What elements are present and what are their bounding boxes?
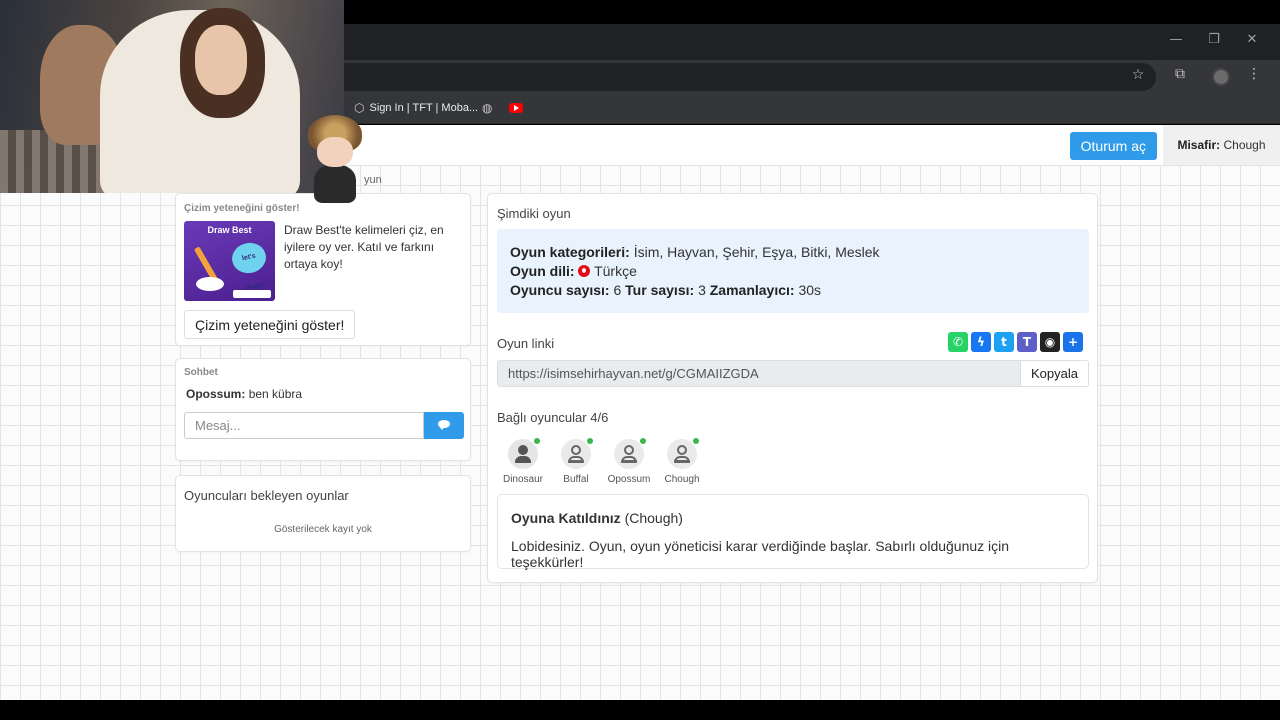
site-header: Oturum aç Misafir: Chough [344, 125, 1280, 165]
twitter-share-icon[interactable]: t [994, 332, 1014, 352]
tft-icon: ⬡ [354, 101, 365, 115]
menu-icon[interactable]: ⋮ [1244, 66, 1264, 82]
turkey-flag-icon [578, 265, 591, 277]
bookmark-globe[interactable]: ◍ [482, 101, 492, 115]
restore-icon[interactable]: ❐ [1204, 32, 1224, 47]
categories-value: İsim, Hayvan, Şehir, Eşya, Bitki, Meslek [633, 244, 880, 260]
categories-label: Oyun kategorileri: [510, 244, 630, 260]
guest-name: Chough [1223, 138, 1266, 152]
bookmark-label: Sign In | TFT | Moba... [369, 102, 479, 114]
chat-title: Sohbet [184, 367, 218, 378]
online-dot [693, 438, 699, 444]
player-name: Chough [664, 474, 700, 485]
joined-message: Lobidesiniz. Oyun, oyun yöneticisi karar… [511, 538, 1010, 570]
send-message-button[interactable] [424, 412, 464, 439]
speech-bubble: let's draw! [229, 239, 269, 292]
language-value: Türkçe [594, 263, 637, 279]
settings-row: Oyuncu sayısı: 6 Tur sayısı: 3 Zamanlayı… [510, 281, 1076, 300]
players-label: Oyuncu sayısı: [510, 282, 610, 298]
language-row: Oyun dili: Türkçe [510, 262, 1076, 281]
promo-description: Draw Best'te kelimeleri çiz, en iyilere … [284, 223, 444, 271]
joined-notice: Oyuna Katıldınız (Chough) Lobidesiniz. O… [497, 494, 1089, 570]
timer-label: Zamanlayıcı: [709, 282, 795, 298]
current-game-title: Şimdiki oyun [497, 206, 571, 221]
player-avatar [614, 438, 646, 469]
promo-image[interactable]: Draw Best let's draw! [184, 221, 275, 301]
chat-user: Opossum: [186, 387, 246, 401]
globe-icon: ◍ [482, 101, 493, 115]
webcam-overlay [0, 0, 344, 193]
login-button[interactable]: Oturum aç [1069, 132, 1157, 160]
browser-toolbar: ☆ ⧉ ⋮ [344, 60, 1280, 94]
messenger-share-icon[interactable]: ϟ [971, 332, 991, 352]
online-dot [640, 438, 646, 444]
player-avatar [561, 438, 593, 469]
player-name: Dinosaur [502, 474, 544, 485]
player-name: Buffal [563, 474, 589, 485]
bookmark-youtube[interactable] [509, 103, 523, 113]
chat-card: Sohbet Opossum: ben kübra Mesaj... [175, 358, 471, 461]
guest-info: Misafir: Chough [1163, 125, 1280, 165]
player-avatar [667, 438, 699, 469]
paint-splash [196, 277, 224, 291]
minimize-icon[interactable]: — [1166, 32, 1186, 47]
player-chough: Chough [657, 438, 707, 485]
copy-button[interactable]: Kopyala [1020, 361, 1088, 386]
joined-name: (Chough) [624, 510, 683, 526]
categories-row: Oyun kategorileri: İsim, Hayvan, Şehir, … [510, 243, 1076, 262]
star-icon[interactable]: ☆ [1128, 67, 1148, 83]
chat-message: Opossum: ben kübra [186, 387, 302, 401]
close-icon[interactable]: ✕ [1242, 32, 1262, 47]
promo-button[interactable]: Çizim yeteneğini göster! [184, 310, 356, 339]
game-info-box: Oyun kategorileri: İsim, Hayvan, Şehir, … [497, 229, 1089, 313]
whatsapp-share-icon[interactable]: ✆ [948, 332, 968, 352]
promo-title: Çizim yeteneğini göster! [184, 203, 300, 214]
rounds-value: 3 [698, 282, 706, 298]
extensions-icon[interactable]: ⧉ [1170, 66, 1190, 82]
joined-title: Oyuna Katıldınız [511, 510, 621, 526]
waiting-games-card: Oyuncuları bekleyen oyunlar Gösterilecek… [175, 475, 471, 552]
streamer-face [195, 25, 247, 95]
guest-label: Misafir: [1177, 138, 1221, 152]
language-label: Oyun dili: [510, 263, 575, 279]
player-buffal: Buffal [551, 438, 601, 485]
player-avatar [508, 438, 540, 469]
more-share-icon[interactable]: + [1063, 332, 1083, 352]
game-link-field[interactable]: https://isimsehirhayvan.net/g/CGMAIIZGDA [498, 361, 1021, 386]
youtube-icon [509, 103, 523, 113]
connected-players-label: Bağlı oyuncular 4/6 [497, 410, 609, 425]
page-content: Oturum aç Misafir: Chough yun Çizim yete… [0, 125, 1280, 700]
doll-sticker [300, 115, 370, 203]
promo-image-title: Draw Best [207, 225, 252, 235]
player-name: Opossum [607, 474, 651, 485]
player-dinosaur: Dinosaur [498, 438, 548, 485]
address-bar[interactable]: ☆ [344, 63, 1156, 91]
teams-share-icon[interactable]: T [1017, 332, 1037, 352]
joined-heading: Oyuna Katıldınız (Chough) [511, 510, 1075, 526]
rounds-label: Tur sayısı: [625, 282, 695, 298]
current-game-card: Şimdiki oyun Oyun kategorileri: İsim, Ha… [487, 193, 1098, 583]
game-link-label: Oyun linki [497, 336, 555, 351]
chat-text: ben kübra [248, 387, 303, 401]
message-input[interactable]: Mesaj... [184, 412, 424, 439]
online-dot [587, 438, 593, 444]
players-value: 6 [613, 282, 622, 298]
bookmark-tft[interactable]: ⬡ Sign In | TFT | Moba... [354, 101, 478, 115]
profile-avatar[interactable] [1212, 68, 1230, 86]
timer-value: 30s [798, 282, 822, 298]
player-opossum: Opossum [604, 438, 654, 485]
snapchat-share-icon[interactable]: ◉ [1040, 332, 1060, 352]
browser-titlebar: — ❐ ✕ [344, 24, 1280, 60]
empty-state: Gösterilecek kayıt yok [274, 524, 372, 535]
promo-card: Çizim yeteneğini göster! Draw Best let's… [175, 193, 471, 346]
waiting-title: Oyuncuları bekleyen oyunlar [184, 488, 349, 503]
brand-tag [233, 290, 271, 298]
online-dot [534, 438, 540, 444]
bookmarks-bar: ⬡ Sign In | TFT | Moba... ◍ [344, 94, 1280, 124]
game-link-group: https://isimsehirhayvan.net/g/CGMAIIZGDA… [497, 360, 1089, 387]
